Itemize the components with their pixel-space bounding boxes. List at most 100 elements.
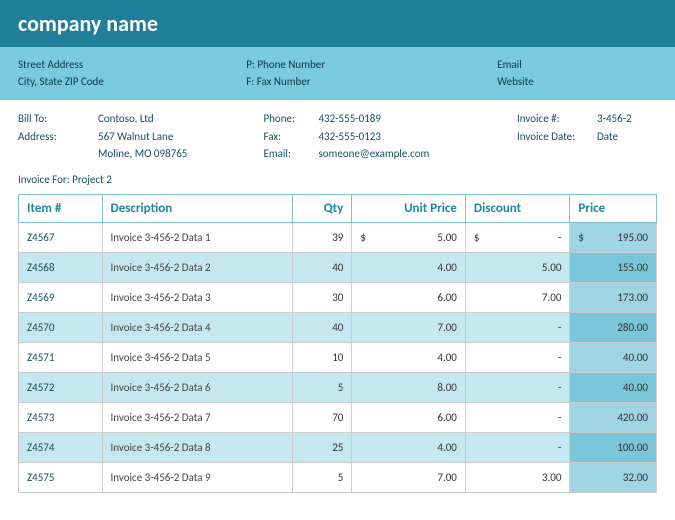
cell-unit: 4.00 [352, 252, 466, 282]
bill-section: Bill To: Address: Contoso, Ltd 567 Walnu… [0, 100, 675, 169]
cell-qty: 40 [292, 312, 351, 342]
bill-invnum: 3-456-2 [597, 110, 657, 128]
bill-contact-values: 432-555-0189 432-555-0123 someone@exampl… [318, 110, 517, 163]
bill-email-label: Email: [263, 145, 318, 163]
cell-unit: 7.00 [352, 462, 466, 492]
cell-item: Z4568 [19, 252, 103, 282]
bill-labels: Bill To: Address: [18, 110, 98, 163]
cell-qty: 5 [292, 372, 351, 402]
bill-meta-labels: Invoice #: Invoice Date: [517, 110, 597, 163]
cell-qty: 39 [292, 222, 351, 252]
cell-price: 40.00 [570, 342, 657, 372]
contact-website: Website [497, 74, 657, 91]
bill-addr2: Moline, MO 098765 [98, 145, 263, 163]
cell-price: 40.00 [570, 372, 657, 402]
cell-desc: Invoice 3-456-2 Data 9 [102, 462, 292, 492]
cell-disc: 5.00 [465, 252, 570, 282]
bill-invnum-label: Invoice #: [517, 110, 597, 128]
cell-qty: 5 [292, 462, 351, 492]
table-row: Z4572Invoice 3-456-2 Data 658.00-40.00 [19, 372, 657, 402]
cell-desc: Invoice 3-456-2 Data 7 [102, 402, 292, 432]
bill-invdate: Date [597, 128, 657, 146]
table-row: Z4575Invoice 3-456-2 Data 957.003.0032.0… [19, 462, 657, 492]
cell-unit: $5.00 [352, 222, 466, 252]
cell-desc: Invoice 3-456-2 Data 5 [102, 342, 292, 372]
cell-unit: 8.00 [352, 372, 466, 402]
cell-price: 420.00 [570, 402, 657, 432]
cell-unit: 6.00 [352, 282, 466, 312]
table-header-row: Item # Description Qty Unit Price Discou… [19, 194, 657, 222]
contact-city: City, State ZIP Code [18, 74, 246, 91]
table-row: Z4567Invoice 3-456-2 Data 139$5.00$-$195… [19, 222, 657, 252]
cell-desc: Invoice 3-456-2 Data 1 [102, 222, 292, 252]
cell-desc: Invoice 3-456-2 Data 8 [102, 432, 292, 462]
table-row: Z4574Invoice 3-456-2 Data 8254.00-100.00 [19, 432, 657, 462]
bill-to: Contoso, Ltd [98, 110, 263, 128]
cell-qty: 30 [292, 282, 351, 312]
bill-meta-values: 3-456-2 Date [597, 110, 657, 163]
cell-disc: - [465, 342, 570, 372]
cell-desc: Invoice 3-456-2 Data 3 [102, 282, 292, 312]
cell-item: Z4572 [19, 372, 103, 402]
bill-contact-labels: Phone: Fax: Email: [263, 110, 318, 163]
cell-item: Z4570 [19, 312, 103, 342]
table-row: Z4571Invoice 3-456-2 Data 5104.00-40.00 [19, 342, 657, 372]
cell-disc: - [465, 432, 570, 462]
cell-desc: Invoice 3-456-2 Data 6 [102, 372, 292, 402]
col-desc: Description [102, 194, 292, 222]
cell-price: 32.00 [570, 462, 657, 492]
cell-price: $195.00 [570, 222, 657, 252]
col-price: Price [570, 194, 657, 222]
cell-qty: 40 [292, 252, 351, 282]
cell-disc: - [465, 312, 570, 342]
cell-item: Z4571 [19, 342, 103, 372]
bill-phone-label: Phone: [263, 110, 318, 128]
bill-phone: 432-555-0189 [318, 110, 517, 128]
cell-disc: 7.00 [465, 282, 570, 312]
cell-disc: $- [465, 222, 570, 252]
bill-address: Contoso, Ltd 567 Walnut Lane Moline, MO … [98, 110, 263, 163]
table-row: Z4573Invoice 3-456-2 Data 7706.00-420.00 [19, 402, 657, 432]
contact-street: Street Address [18, 57, 246, 74]
contact-phone-col: P: Phone Number F: Fax Number [246, 57, 497, 90]
table-row: Z4568Invoice 3-456-2 Data 2404.005.00155… [19, 252, 657, 282]
contact-web-col: Email Website [497, 57, 657, 90]
contact-band: Street Address City, State ZIP Code P: P… [0, 47, 675, 100]
cell-qty: 25 [292, 432, 351, 462]
contact-phone: P: Phone Number [246, 57, 497, 74]
cell-unit: 4.00 [352, 432, 466, 462]
cell-disc: - [465, 372, 570, 402]
contact-email: Email [497, 57, 657, 74]
bill-invdate-label: Invoice Date: [517, 128, 597, 146]
cell-desc: Invoice 3-456-2 Data 2 [102, 252, 292, 282]
contact-address-col: Street Address City, State ZIP Code [18, 57, 246, 90]
cell-qty: 70 [292, 402, 351, 432]
bill-addr-label: Address: [18, 128, 98, 146]
table-row: Z4570Invoice 3-456-2 Data 4407.00-280.00 [19, 312, 657, 342]
cell-item: Z4573 [19, 402, 103, 432]
cell-unit: 6.00 [352, 402, 466, 432]
cell-price: 155.00 [570, 252, 657, 282]
cell-item: Z4575 [19, 462, 103, 492]
cell-unit: 4.00 [352, 342, 466, 372]
header-bar: company name [0, 0, 675, 47]
cell-item: Z4569 [19, 282, 103, 312]
bill-fax-label: Fax: [263, 128, 318, 146]
col-unit: Unit Price [352, 194, 466, 222]
bill-addr1: 567 Walnut Lane [98, 128, 263, 146]
table-row: Z4569Invoice 3-456-2 Data 3306.007.00173… [19, 282, 657, 312]
company-name: company name [18, 10, 657, 37]
cell-disc: 3.00 [465, 462, 570, 492]
cell-price: 280.00 [570, 312, 657, 342]
cell-unit: 7.00 [352, 312, 466, 342]
bill-email: someone@example.com [318, 145, 517, 163]
invoice-table: Item # Description Qty Unit Price Discou… [18, 194, 657, 493]
cell-item: Z4567 [19, 222, 103, 252]
cell-price: 100.00 [570, 432, 657, 462]
cell-qty: 10 [292, 342, 351, 372]
cell-desc: Invoice 3-456-2 Data 4 [102, 312, 292, 342]
bill-to-label: Bill To: [18, 110, 98, 128]
col-item: Item # [19, 194, 103, 222]
contact-fax: F: Fax Number [246, 74, 497, 91]
col-qty: Qty [292, 194, 351, 222]
